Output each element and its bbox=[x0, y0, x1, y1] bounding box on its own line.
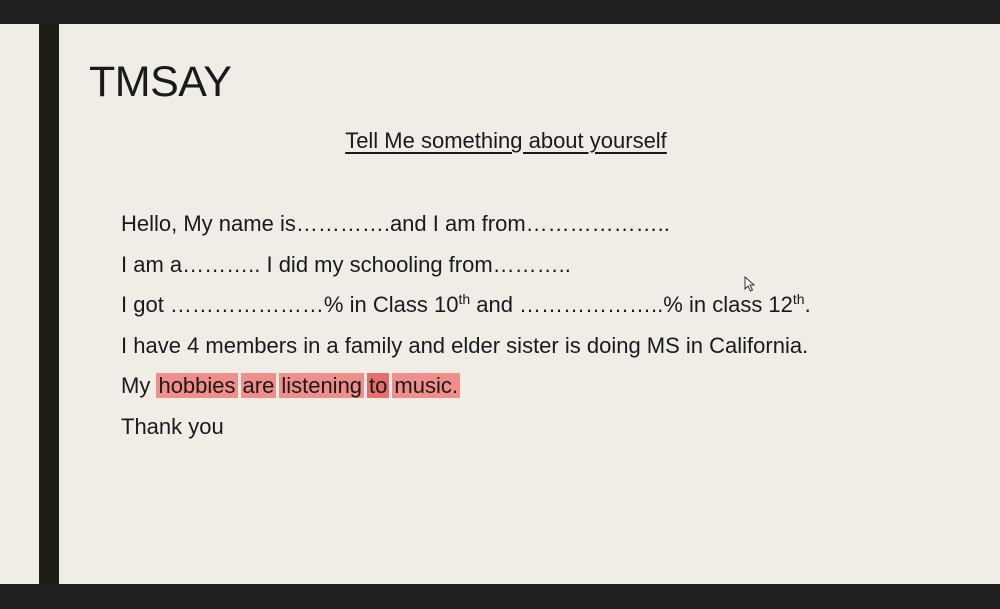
slide-title: TMSAY bbox=[89, 58, 232, 106]
body-line-schooling: I am a……….. I did my schooling from……….. bbox=[121, 251, 571, 277]
body-line-hobbies: My hobbies are listening to music. bbox=[121, 372, 811, 413]
viewer-top-border bbox=[0, 0, 1000, 24]
highlighted-word: hobbies bbox=[156, 373, 238, 398]
body-line-name: Hello, My name is………….and I am from……………… bbox=[121, 211, 670, 236]
presentation-slide: TMSAY Tell Me something about yourself H… bbox=[0, 24, 1000, 584]
highlighted-word: music. bbox=[392, 373, 460, 398]
superscript-th: th bbox=[458, 291, 471, 307]
mouse-pointer-icon bbox=[744, 276, 756, 292]
marks-text: I got …………………% in Class 10 bbox=[121, 292, 459, 317]
highlighted-word: listening bbox=[279, 373, 365, 398]
slide-accent-bar bbox=[39, 24, 59, 584]
slide-body: Hello, My name is………….and I am from……………… bbox=[121, 210, 811, 453]
marks-text: and ………………..% in class 12 bbox=[470, 292, 793, 317]
highlighted-word: to bbox=[367, 373, 390, 398]
marks-text: . bbox=[804, 292, 811, 317]
viewer-bottom-border bbox=[0, 584, 1000, 609]
superscript-th: th bbox=[792, 291, 805, 307]
body-line-marks: I got …………………% in Class 10th and ……………….… bbox=[121, 291, 811, 332]
body-line-closing: Thank you bbox=[121, 413, 224, 439]
hobbies-prefix: My bbox=[121, 373, 157, 398]
body-line-family: I have 4 members in a family and elder s… bbox=[121, 332, 809, 358]
slide-subtitle: Tell Me something about yourself bbox=[345, 128, 667, 153]
highlighted-word: are bbox=[240, 373, 277, 398]
